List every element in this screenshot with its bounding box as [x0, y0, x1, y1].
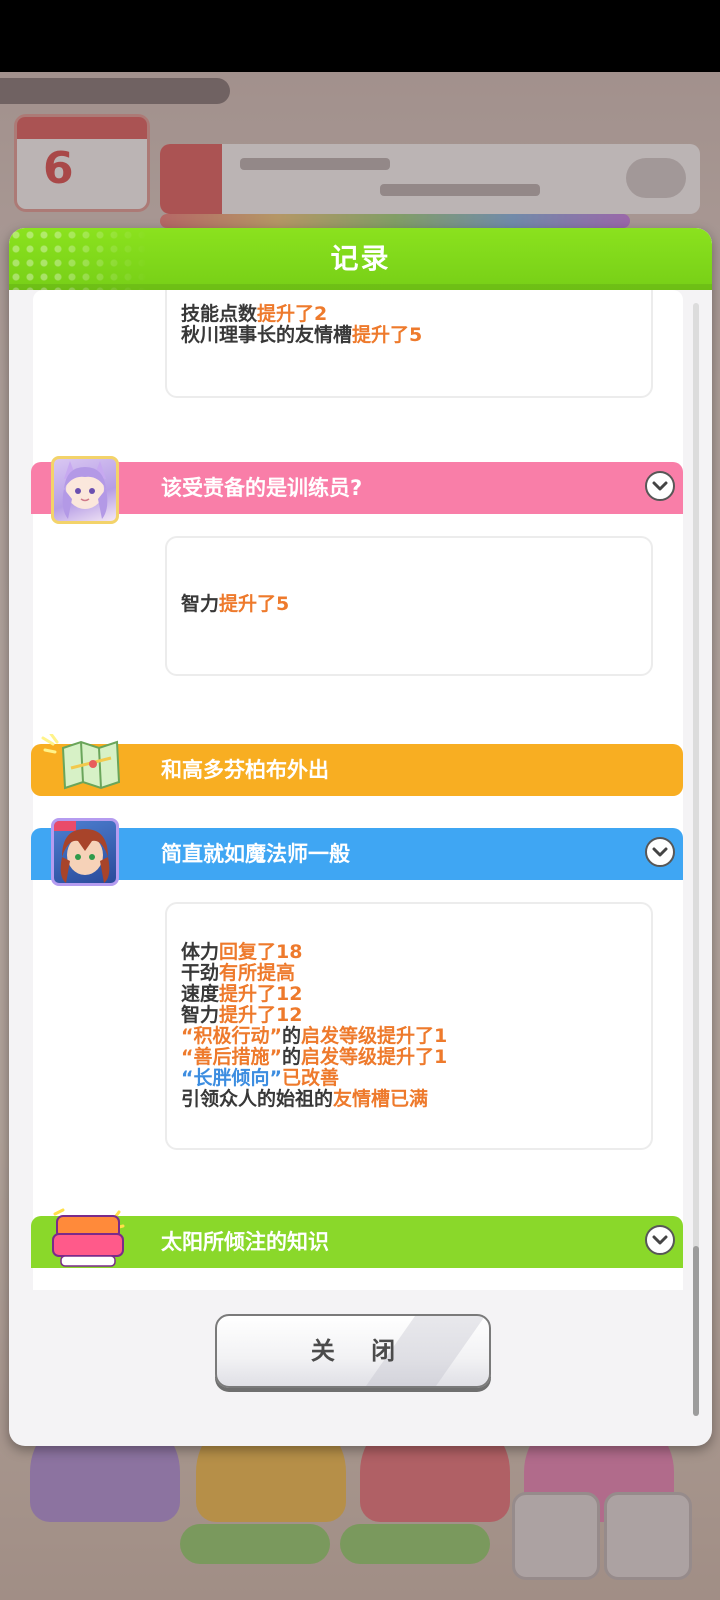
effect-segment: 提升了5 [352, 324, 423, 346]
effect-segment: 智力 [181, 593, 220, 615]
effect-line: 智力提升了12 [181, 1005, 447, 1026]
effect-line: 速度提升了12 [181, 984, 447, 1005]
effect-box: 智力提升了5 [165, 536, 653, 676]
effect-line: “善后措施”的启发等级提升了1 [181, 1047, 447, 1068]
effect-segment: 提升了12 [219, 1004, 303, 1026]
close-button[interactable]: 关 闭 [215, 1314, 491, 1388]
character-portrait [51, 818, 119, 886]
effect-line: 体力回复了18 [181, 942, 447, 963]
event-title: 该受责备的是训练员? [161, 476, 363, 500]
effect-lines: 体力回复了18 干劲有所提高 速度提升了12 智力提升了12 “积极行动”的启发等级提升… [181, 942, 447, 1110]
effect-lines: 智力提升了5 [181, 594, 289, 615]
event-header-blue[interactable]: 简直就如魔法师一般 [31, 828, 683, 880]
effect-segment: 提升了12 [219, 983, 303, 1005]
event-title: 太阳所倾注的知识 [161, 1230, 329, 1254]
event-header-pink[interactable]: 该受责备的是训练员? [31, 462, 683, 514]
effect-segment: 有所提高 [219, 962, 296, 984]
effect-segment: “积极行动” [181, 1025, 282, 1047]
effect-segment: 启发等级提升了1 [301, 1046, 448, 1068]
effect-segment: 干劲 [181, 962, 220, 984]
effect-segment: “长胖倾向” [181, 1067, 282, 1089]
effect-line: “长胖倾向”已改善 [181, 1068, 447, 1089]
effect-segment: 已改善 [281, 1067, 339, 1089]
dialog-header: 记录 [9, 228, 712, 290]
log-list[interactable]: 技能点数提升了2 秋川理事长的友情槽提升了5 该受责备的是训练员? 智力提升了5… [9, 290, 712, 1290]
event-title: 简直就如魔法师一般 [161, 842, 350, 866]
effect-segment: 的 [281, 1025, 301, 1047]
chevron-down-icon[interactable] [645, 1225, 675, 1255]
log-dialog: 记录 技能点数提升了2 秋川理事长的友情槽提升了5 该受责备的是训练员? 智力提… [9, 228, 712, 1446]
effect-segment: 体力 [181, 941, 220, 963]
scrollbar-track[interactable] [693, 303, 699, 1293]
close-button-label: 关 闭 [310, 1337, 410, 1365]
character-portrait [51, 456, 119, 524]
scenario-logo-icon [49, 1208, 127, 1270]
effect-line: 技能点数提升了2 [181, 304, 422, 325]
effect-segment: 引领众人的始祖的 [181, 1088, 334, 1110]
map-icon [41, 732, 131, 796]
effect-segment: 秋川理事长的友情槽 [181, 324, 353, 346]
event-title: 和高多芬柏布外出 [161, 758, 329, 782]
effect-line: “积极行动”的启发等级提升了1 [181, 1026, 447, 1047]
effect-segment: 友情槽已满 [333, 1088, 429, 1110]
effect-line: 引领众人的始祖的友情槽已满 [181, 1089, 447, 1110]
effect-segment: 智力 [181, 1004, 220, 1026]
effect-segment: 速度 [181, 983, 220, 1005]
effect-segment: 回复了18 [219, 941, 303, 963]
event-header-green[interactable]: 太阳所倾注的知识 [31, 1216, 683, 1268]
effect-segment: 技能点数 [181, 303, 258, 325]
effect-line: 智力提升了5 [181, 594, 289, 615]
chevron-down-icon[interactable] [645, 837, 675, 867]
effect-segment: 的 [281, 1046, 301, 1068]
effect-lines: 技能点数提升了2 秋川理事长的友情槽提升了5 [181, 304, 422, 346]
effect-box: 体力回复了18 干劲有所提高 速度提升了12 智力提升了12 “积极行动”的启发等级提升… [165, 902, 653, 1150]
effect-box: 技能点数提升了2 秋川理事长的友情槽提升了5 [165, 290, 653, 398]
chevron-down-icon[interactable] [645, 471, 675, 501]
effect-segment: “善后措施” [181, 1046, 282, 1068]
dialog-title: 记录 [330, 242, 391, 275]
scrollbar-thumb[interactable] [693, 1246, 699, 1416]
effect-segment: 提升了5 [219, 593, 290, 615]
effect-segment: 启发等级提升了1 [301, 1025, 448, 1047]
effect-line: 干劲有所提高 [181, 963, 447, 984]
effect-line: 秋川理事长的友情槽提升了5 [181, 325, 422, 346]
effect-segment: 提升了2 [257, 303, 328, 325]
